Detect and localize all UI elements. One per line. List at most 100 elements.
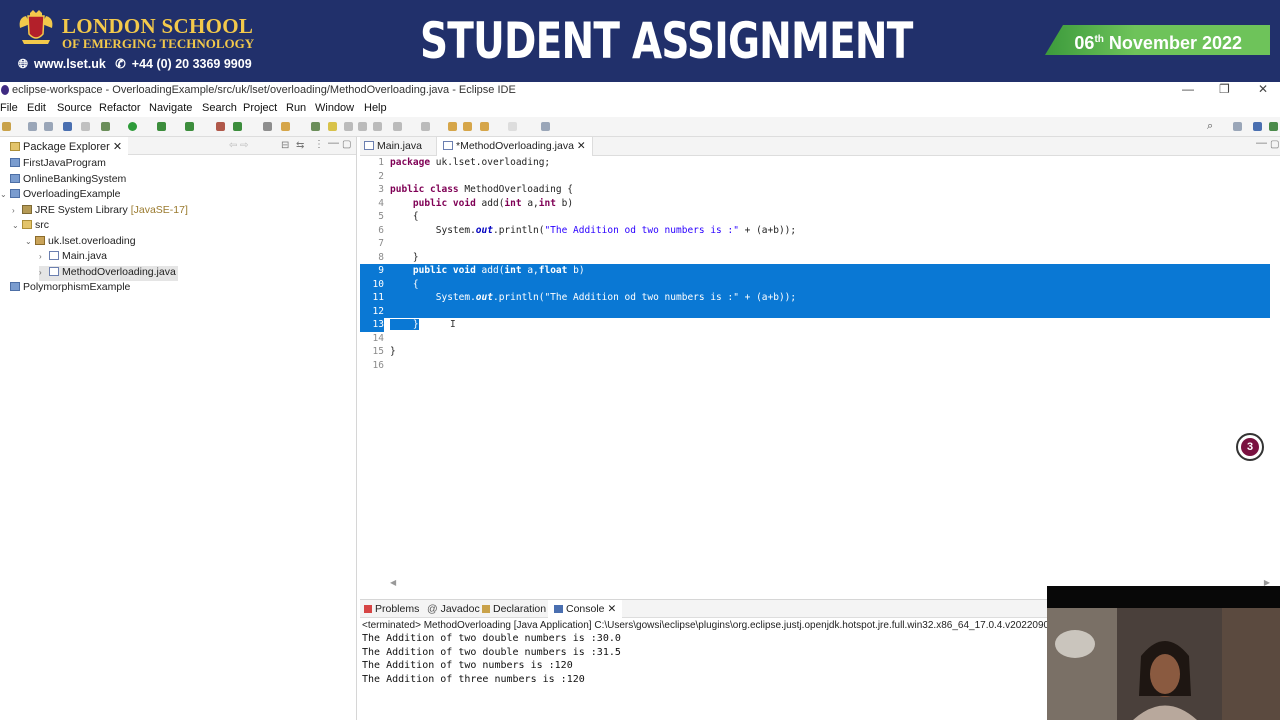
forward-icon[interactable]: [480, 122, 489, 131]
crest-icon: [19, 10, 53, 44]
menu-navigate[interactable]: Navigate: [149, 102, 192, 114]
close-icon[interactable]: ✕: [607, 603, 616, 615]
tree-item-package[interactable]: ⌄ uk.lset.overloading: [25, 235, 136, 250]
tab-declaration[interactable]: Declaration: [482, 603, 546, 615]
tab-label: *MethodOverloading.java: [456, 140, 574, 152]
new-icon[interactable]: [2, 122, 11, 131]
back-nav-icon[interactable]: ⇦ ⇨: [229, 140, 249, 151]
view-menu-icon[interactable]: ⋮: [314, 139, 324, 150]
declaration-icon: [482, 605, 490, 613]
tab-package-explorer[interactable]: Package Explorer ✕: [0, 137, 129, 155]
window-titlebar: eclipse-workspace - OverloadingExample/s…: [0, 82, 1280, 100]
tree-item-polymorphismexample[interactable]: PolymorphismExample: [10, 281, 130, 296]
new-java-project-icon[interactable]: [216, 122, 225, 131]
notification-badge[interactable]: 3: [1236, 433, 1264, 461]
project-icon: [10, 282, 20, 291]
block-selection-icon[interactable]: [344, 122, 353, 131]
tab-problems[interactable]: Problems: [364, 603, 419, 615]
run-icon[interactable]: [128, 122, 137, 131]
code-line-5: 5 {: [378, 211, 419, 222]
console-output-line: The Addition of two double numbers is :3…: [362, 633, 621, 644]
close-button[interactable]: ✕: [1258, 82, 1268, 96]
link-editor-icon[interactable]: ⇆: [296, 140, 304, 151]
chevron-right-icon[interactable]: ›: [12, 206, 22, 215]
tab-methodoverloading-java[interactable]: *MethodOverloading.java ✕: [436, 137, 593, 156]
save-icon[interactable]: [28, 122, 37, 131]
collapse-all-icon[interactable]: ⊟: [281, 140, 289, 151]
code-line-14: 14: [372, 332, 384, 344]
java-file-icon: [364, 141, 374, 150]
last-edit-icon[interactable]: [448, 122, 457, 131]
chevron-right-icon[interactable]: ›: [39, 252, 49, 261]
tab-label: Problems: [375, 603, 420, 615]
scroll-left-icon[interactable]: ◀: [390, 578, 396, 587]
menu-project[interactable]: Project: [243, 102, 277, 114]
menu-window[interactable]: Window: [315, 102, 354, 114]
code-line-12: 12: [360, 304, 1270, 318]
code-line-4: 4 public void add(int a,int b): [378, 197, 574, 209]
tab-main-java[interactable]: Main.java: [364, 140, 422, 152]
annotation-icon[interactable]: [311, 122, 320, 131]
debug-icon[interactable]: [101, 122, 110, 131]
phone-text: +44 (0) 20 3369 9909: [131, 57, 252, 71]
tab-console[interactable]: Console ✕: [548, 600, 623, 618]
new-class-icon[interactable]: [233, 122, 242, 131]
menu-search[interactable]: Search: [202, 102, 237, 114]
coverage-icon[interactable]: [157, 122, 166, 131]
restore-button[interactable]: ❐: [1219, 82, 1230, 96]
show-whitespace-icon[interactable]: [373, 122, 382, 131]
tree-item-firstjavaprogram[interactable]: FirstJavaProgram: [10, 157, 106, 172]
menu-refactor[interactable]: Refactor: [99, 102, 141, 114]
code-line-15: 15}: [372, 346, 396, 357]
search-icon[interactable]: ⌕: [1207, 120, 1213, 133]
minimize-view-icon[interactable]: —: [328, 137, 339, 149]
chevron-down-icon[interactable]: ⌄: [12, 221, 22, 230]
tree-item-label: MethodOverloading.java: [62, 266, 176, 278]
perspective-icon[interactable]: [1233, 122, 1242, 131]
banner-title: STUDENT ASSIGNMENT: [420, 12, 913, 70]
open-type-icon[interactable]: [263, 122, 272, 131]
tree-item-jre-library[interactable]: › JRE System Library [JavaSE-17]: [12, 204, 188, 219]
skip-breakpoints-icon[interactable]: [81, 122, 90, 131]
search-tool-icon[interactable]: [281, 122, 290, 131]
menu-run[interactable]: Run: [286, 102, 306, 114]
mark-occurrences-icon[interactable]: [328, 122, 337, 131]
back-icon[interactable]: [463, 122, 472, 131]
chevron-down-icon[interactable]: ⌄: [25, 237, 35, 246]
prev-annotation-icon[interactable]: [421, 122, 430, 131]
code-line-6: 6 System.out.println("The Addition od tw…: [378, 224, 797, 236]
terminal-icon[interactable]: [63, 122, 72, 131]
tree-item-overloadingexample[interactable]: ⌄ OverloadingExample: [0, 188, 120, 203]
close-icon[interactable]: ✕: [113, 141, 122, 153]
tree-item-onlinebankingsystem[interactable]: OnlineBankingSystem: [10, 173, 126, 188]
minimize-editor-icon[interactable]: —: [1256, 137, 1267, 149]
tree-item-main-java[interactable]: › Main.java: [39, 250, 107, 265]
maximize-editor-icon[interactable]: ▢: [1270, 139, 1279, 150]
maximize-view-icon[interactable]: ▢: [342, 139, 351, 150]
minimize-button[interactable]: —: [1182, 82, 1194, 96]
console-output-line: The Addition of two numbers is :120: [362, 660, 573, 671]
save-all-icon[interactable]: [44, 122, 53, 131]
menu-help[interactable]: Help: [364, 102, 387, 114]
chevron-down-icon[interactable]: ⌄: [0, 190, 10, 199]
tree-item-src[interactable]: ⌄ src: [12, 219, 49, 234]
menu-edit[interactable]: Edit: [27, 102, 46, 114]
tree-item-label: PolymorphismExample: [23, 281, 131, 293]
tab-label: Main.java: [377, 140, 422, 152]
tab-javadoc[interactable]: @ Javadoc: [427, 603, 480, 615]
java-perspective-icon[interactable]: [1253, 122, 1262, 131]
external-tools-icon[interactable]: [185, 122, 194, 131]
code-area[interactable]: 1 package uk.lset.overloading; 2 3 public …: [360, 156, 1280, 586]
next-annotation-icon[interactable]: [393, 122, 402, 131]
globe-icon: 🌐︎: [18, 57, 29, 71]
debug-perspective-icon[interactable]: [1269, 122, 1278, 131]
menu-file[interactable]: File: [0, 102, 18, 114]
chevron-right-icon[interactable]: ›: [39, 268, 49, 277]
menu-source[interactable]: Source: [57, 102, 92, 114]
pin-editor-icon[interactable]: [508, 122, 517, 131]
tree-item-methodoverloading-java[interactable]: › MethodOverloading.java: [39, 266, 178, 281]
java-file-icon: [49, 267, 59, 276]
close-icon[interactable]: ✕: [577, 140, 586, 152]
open-perspective-icon[interactable]: [541, 122, 550, 131]
whitespace-icon[interactable]: [358, 122, 367, 131]
